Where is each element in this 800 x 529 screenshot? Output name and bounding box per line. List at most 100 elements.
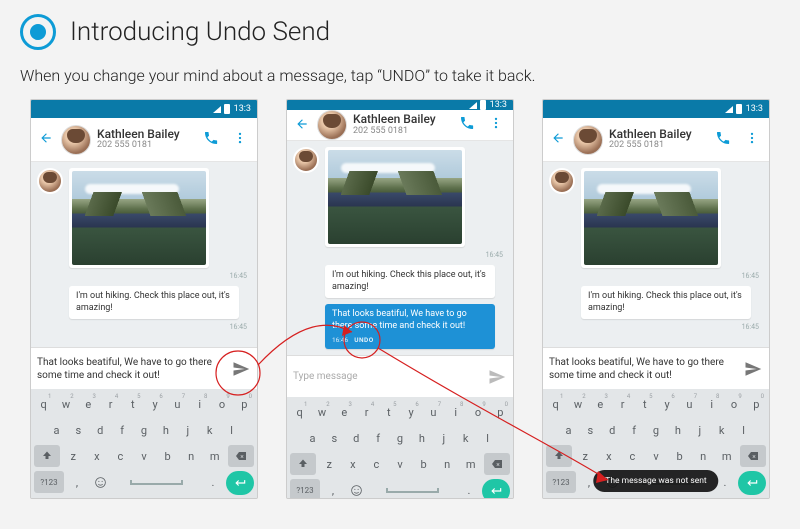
- key-a[interactable]: a: [47, 419, 66, 441]
- key-l[interactable]: l: [222, 419, 241, 441]
- more-vert-icon[interactable]: [745, 130, 759, 150]
- key-o[interactable]: o9: [724, 393, 743, 415]
- shift-key[interactable]: [546, 445, 572, 467]
- symbols-key[interactable]: ?123: [546, 471, 576, 493]
- key-x[interactable]: x: [87, 445, 108, 467]
- key-s[interactable]: s: [69, 419, 88, 441]
- contact-avatar[interactable]: [573, 125, 603, 155]
- enter-key[interactable]: [738, 471, 766, 495]
- key-u[interactable]: u7: [424, 401, 443, 423]
- key-e[interactable]: e3: [591, 393, 610, 415]
- key-n[interactable]: n: [181, 445, 202, 467]
- sent-message-pending[interactable]: That looks beatiful, We have to go there…: [325, 304, 495, 349]
- backspace-key[interactable]: [228, 445, 254, 467]
- key-i[interactable]: i8: [190, 393, 209, 415]
- key-e[interactable]: e3: [79, 393, 98, 415]
- key-w[interactable]: w2: [312, 401, 331, 423]
- key-j[interactable]: j: [178, 419, 197, 441]
- key-z[interactable]: z: [63, 445, 84, 467]
- key-r[interactable]: r4: [357, 401, 376, 423]
- key-b[interactable]: b: [669, 445, 690, 467]
- key-r[interactable]: r4: [101, 393, 120, 415]
- key-r[interactable]: r4: [613, 393, 632, 415]
- undo-button[interactable]: UNDO: [354, 336, 374, 344]
- key-v[interactable]: v: [390, 453, 411, 475]
- more-vert-icon[interactable]: [489, 115, 503, 135]
- back-icon[interactable]: [37, 129, 55, 150]
- symbols-key[interactable]: ?123: [290, 479, 320, 499]
- key-k[interactable]: k: [456, 427, 475, 449]
- send-button[interactable]: [743, 359, 763, 379]
- enter-key[interactable]: [482, 479, 510, 499]
- contact-avatar[interactable]: [317, 110, 347, 140]
- key-t[interactable]: t5: [379, 401, 398, 423]
- key-o[interactable]: o9: [212, 393, 231, 415]
- enter-key[interactable]: [226, 471, 254, 495]
- key-o[interactable]: o9: [468, 401, 487, 423]
- emoji-key[interactable]: [346, 479, 366, 499]
- key-s[interactable]: s: [581, 419, 600, 441]
- phone-icon[interactable]: [459, 115, 475, 135]
- key-x[interactable]: x: [343, 453, 364, 475]
- backspace-key[interactable]: [740, 445, 766, 467]
- key-g[interactable]: g: [391, 427, 410, 449]
- key-b[interactable]: b: [413, 453, 434, 475]
- key-q[interactable]: q1: [290, 401, 309, 423]
- key-d[interactable]: d: [603, 419, 622, 441]
- symbols-key[interactable]: ?123: [34, 471, 64, 493]
- key-comma[interactable]: ,: [67, 471, 87, 493]
- key-e[interactable]: e3: [335, 401, 354, 423]
- photo-message[interactable]: [325, 147, 465, 247]
- key-a[interactable]: a: [559, 419, 578, 441]
- key-h[interactable]: h: [668, 419, 687, 441]
- key-v[interactable]: v: [646, 445, 667, 467]
- received-message[interactable]: I'm out hiking. Check this place out, it…: [325, 265, 495, 298]
- key-l[interactable]: l: [734, 419, 753, 441]
- compose-input[interactable]: Type message: [293, 370, 481, 383]
- compose-input[interactable]: That looks beatiful, We have to go there…: [37, 356, 225, 382]
- key-g[interactable]: g: [647, 419, 666, 441]
- key-n[interactable]: n: [437, 453, 458, 475]
- phone-icon[interactable]: [715, 130, 731, 150]
- key-u[interactable]: u7: [168, 393, 187, 415]
- contact-avatar[interactable]: [61, 125, 91, 155]
- key-i[interactable]: i8: [702, 393, 721, 415]
- key-x[interactable]: x: [599, 445, 620, 467]
- key-y[interactable]: y6: [658, 393, 677, 415]
- key-t[interactable]: t5: [123, 393, 142, 415]
- key-f[interactable]: f: [625, 419, 644, 441]
- key-i[interactable]: i8: [446, 401, 465, 423]
- key-t[interactable]: t5: [635, 393, 654, 415]
- key-k[interactable]: k: [200, 419, 219, 441]
- key-p[interactable]: p0: [491, 401, 510, 423]
- back-icon[interactable]: [293, 115, 311, 136]
- emoji-key[interactable]: [90, 471, 110, 493]
- key-c[interactable]: c: [110, 445, 131, 467]
- key-k[interactable]: k: [712, 419, 731, 441]
- more-vert-icon[interactable]: [233, 130, 247, 150]
- key-y[interactable]: y6: [402, 401, 421, 423]
- back-icon[interactable]: [549, 129, 567, 150]
- key-w[interactable]: w2: [56, 393, 75, 415]
- key-z[interactable]: z: [575, 445, 596, 467]
- key-j[interactable]: j: [434, 427, 453, 449]
- key-comma[interactable]: ,: [323, 479, 343, 499]
- send-button[interactable]: [487, 367, 507, 387]
- photo-message[interactable]: [69, 168, 209, 268]
- space-key[interactable]: [113, 471, 200, 493]
- phone-icon[interactable]: [203, 130, 219, 150]
- key-d[interactable]: d: [347, 427, 366, 449]
- key-f[interactable]: f: [369, 427, 388, 449]
- shift-key[interactable]: [290, 453, 316, 475]
- key-a[interactable]: a: [303, 427, 322, 449]
- key-period[interactable]: .: [459, 479, 479, 499]
- key-q[interactable]: q1: [34, 393, 53, 415]
- key-m[interactable]: m: [460, 453, 481, 475]
- key-q[interactable]: q1: [546, 393, 565, 415]
- received-message[interactable]: I'm out hiking. Check this place out, it…: [69, 286, 239, 319]
- key-f[interactable]: f: [113, 419, 132, 441]
- key-l[interactable]: l: [478, 427, 497, 449]
- space-key[interactable]: [369, 479, 456, 499]
- compose-input[interactable]: That looks beatiful, We have to go there…: [549, 356, 737, 382]
- key-w[interactable]: w2: [568, 393, 587, 415]
